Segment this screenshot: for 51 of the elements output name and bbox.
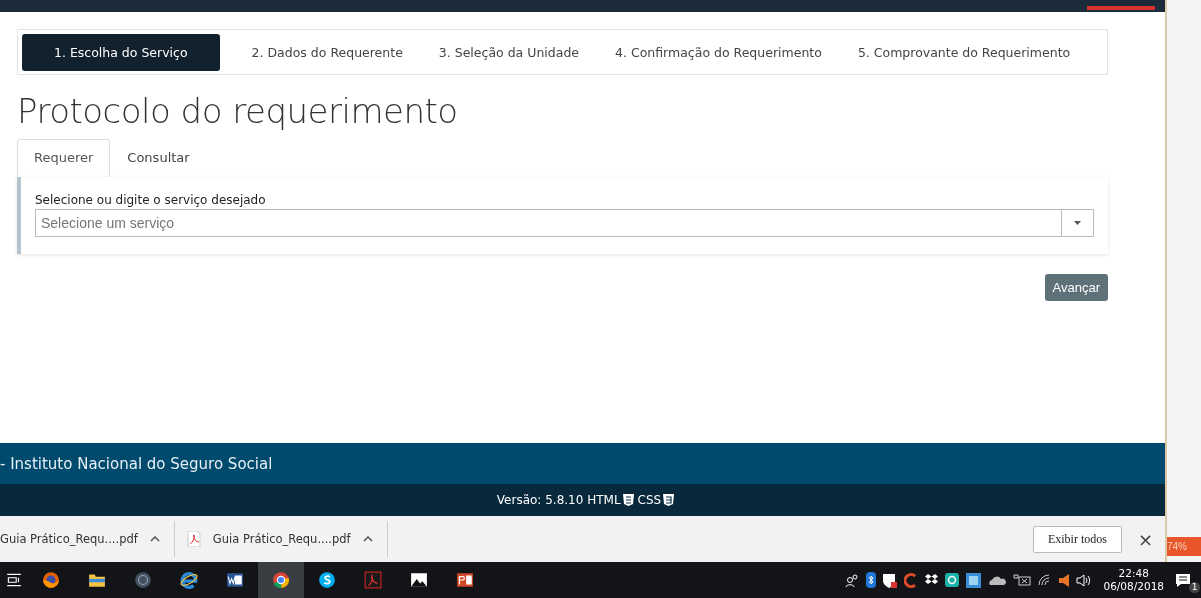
field-label: Selecione ou digite o serviço desejado xyxy=(35,193,267,207)
institution-name: - Instituto Nacional do Seguro Social xyxy=(0,454,273,473)
shield-icon xyxy=(622,494,634,506)
caret-icon xyxy=(1074,221,1081,225)
message-icon xyxy=(1175,572,1191,588)
folder-icon xyxy=(88,571,106,589)
chevron-up-icon[interactable] xyxy=(362,536,373,542)
landscape-icon xyxy=(410,571,428,589)
speaker-icon xyxy=(1059,573,1070,587)
dropbox-icon xyxy=(925,574,939,586)
taskbar-app[interactable] xyxy=(258,562,304,598)
download-item[interactable]: Guia Prático_Requ....pdf xyxy=(0,521,175,557)
download-item[interactable]: Guia Prático_Requ....pdf xyxy=(186,521,388,557)
step-tab[interactable]: 2. Dados do Requerente xyxy=(239,33,415,71)
bluetooth-icon xyxy=(866,572,877,588)
chrome-icon xyxy=(272,571,290,589)
skype-icon xyxy=(318,571,336,589)
keyboard-icon xyxy=(1013,574,1032,586)
shield-icon xyxy=(663,494,675,506)
step-tab[interactable]: 5. Comprovante do Requerimento xyxy=(845,33,1083,71)
word-icon xyxy=(226,571,244,589)
app-icon xyxy=(966,572,982,588)
clock-date: 06/08/2018 xyxy=(1103,580,1164,593)
step-tab[interactable]: 3. Seleção da Unidade xyxy=(426,33,591,71)
step-tab[interactable]: 1. Escolha do Serviço xyxy=(22,33,220,71)
volume-icon xyxy=(1076,573,1093,587)
version-text: Versão: 5.8.10 HTML xyxy=(496,493,621,507)
show-all-button[interactable]: Exibir todos xyxy=(1032,525,1122,553)
taskview-icon xyxy=(5,571,23,589)
zoom-level: 74% xyxy=(1167,537,1201,556)
service-select[interactable]: Selecione um serviço xyxy=(35,209,1061,237)
tab[interactable]: Requerer xyxy=(17,139,111,177)
close-button[interactable]: × xyxy=(1133,528,1157,550)
circle-app-icon xyxy=(945,573,960,587)
browser-e-icon xyxy=(180,571,198,589)
notification-badge: 1 xyxy=(1189,582,1200,593)
next-button[interactable]: Avançar xyxy=(1044,274,1108,301)
cloud-icon xyxy=(988,575,1007,585)
people-icon xyxy=(845,573,860,587)
firefox-icon xyxy=(42,571,60,589)
chevron-up-icon[interactable] xyxy=(149,536,160,542)
acrobat-icon xyxy=(364,571,382,589)
clock-time: 22:48 xyxy=(1118,567,1149,580)
version-text: CSS xyxy=(637,493,662,507)
step-tab[interactable]: 4. Confirmação do Requerimento xyxy=(603,33,834,71)
page-title: Protocolo do requerimento xyxy=(17,91,459,131)
slides-icon xyxy=(456,571,474,589)
tab[interactable]: Consultar xyxy=(110,139,207,177)
pdf-icon xyxy=(186,531,201,547)
shield-icon xyxy=(883,572,898,588)
notifications-button[interactable]: 1 xyxy=(1175,567,1197,593)
